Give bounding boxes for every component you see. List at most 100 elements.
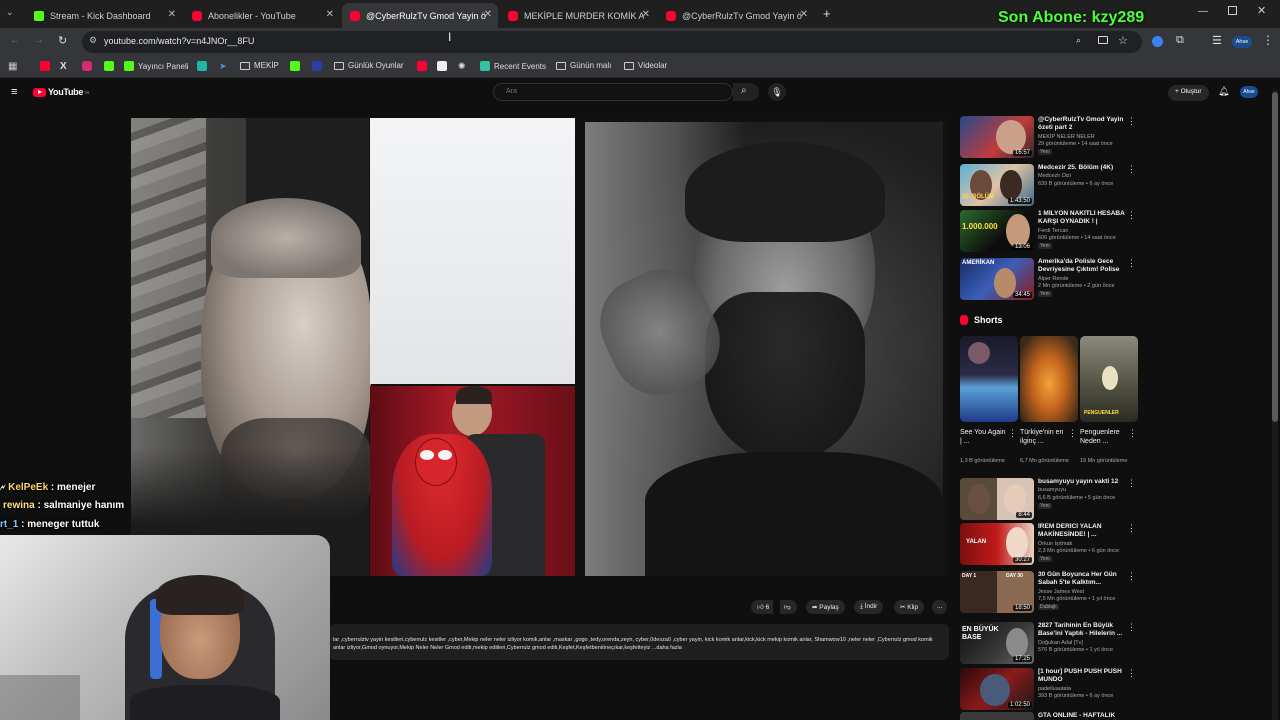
video-thumbnail[interactable]: YALAN 30:27 xyxy=(960,523,1034,565)
bookmark-yayinci-paneli[interactable]: Yayıncı Paneli xyxy=(124,61,189,71)
hamburger-menu-icon[interactable]: ≡ xyxy=(11,86,17,98)
browser-tab-kick-dashboard[interactable]: Stream - Kick Dashboard ✕ xyxy=(26,3,182,28)
bookmark-recent-events[interactable]: Recent Events xyxy=(480,61,546,71)
recommended-video[interactable]: YALAN 30:27 İREM DERİCİ YALAN MAKİNESİND… xyxy=(960,523,1140,567)
close-tab-icon[interactable]: ✕ xyxy=(168,9,176,20)
more-options-icon[interactable]: ⋮ xyxy=(1128,428,1137,439)
reading-list-icon[interactable]: ☰ xyxy=(1212,34,1222,47)
more-options-icon[interactable]: ⋮ xyxy=(1127,478,1136,489)
recommended-video[interactable]: DAY 1 DAY 30 18:50 30 Gün Boyunca Her Gü… xyxy=(960,571,1140,615)
bookmark-star-icon[interactable]: ☆ xyxy=(1118,34,1128,47)
bookmark-chatgpt[interactable]: ✺ xyxy=(458,61,466,72)
more-options-icon[interactable]: ⋮ xyxy=(1127,571,1136,582)
video-title[interactable]: 1 MİLYON NAKİTLİ HESABA KARŞI OYNADIK ! … xyxy=(1038,210,1130,226)
more-options-icon[interactable]: ⋮ xyxy=(1127,164,1136,175)
short-title[interactable]: Türkiye'nin en ilginç ... xyxy=(1020,428,1066,446)
bookmark-app[interactable] xyxy=(197,61,211,71)
video-title[interactable]: 2827 Tarihinin En Büyük Base'ini Yaptık … xyxy=(1038,622,1130,638)
search-button[interactable]: ⌕ xyxy=(733,83,759,101)
short-title[interactable]: See You Again | ... xyxy=(960,428,1006,446)
video-thumbnail[interactable]: AMERİKAN 34:45 xyxy=(960,258,1034,300)
bookmark-youtube[interactable] xyxy=(40,61,54,71)
more-options-icon[interactable]: ⋮ xyxy=(1127,116,1136,127)
close-tab-icon[interactable]: ✕ xyxy=(800,9,808,20)
back-button[interactable]: ← xyxy=(10,35,20,46)
address-bar[interactable]: ⚙ youtube.com/watch?v=n4JNOr__8FU ⌕ ☆ xyxy=(82,31,1142,53)
video-thumbnail[interactable]: 25. BÖLÜM 1:43:50 xyxy=(960,164,1034,206)
channel-name[interactable]: Ferdi Tercan xyxy=(1038,228,1068,234)
video-thumbnail[interactable]: 1.000.000 13:06 xyxy=(960,210,1034,252)
more-options-icon[interactable]: ⋮ xyxy=(1127,668,1136,679)
close-tab-icon[interactable]: ✕ xyxy=(326,9,334,20)
bookmark-blue[interactable] xyxy=(312,61,326,71)
site-info-icon[interactable]: ⚙ xyxy=(89,35,97,46)
bookmark-instagram[interactable] xyxy=(82,61,96,71)
bookmark-image[interactable] xyxy=(437,61,451,71)
tab-search-button[interactable]: ⌄ xyxy=(6,7,20,21)
channel-name[interactable]: MEKİP NELER NELER xyxy=(1038,134,1095,140)
recommended-video[interactable]: 8:44 busamyuyu yayın vakti 12 busamyuyu … xyxy=(960,478,1140,522)
bookmark-youtube-2[interactable] xyxy=(417,61,431,71)
bookmark-gunun-mali[interactable]: Günün malı xyxy=(556,61,611,70)
more-options-icon[interactable]: ⋮ xyxy=(1068,428,1077,439)
close-window-button[interactable]: ✕ xyxy=(1257,4,1266,17)
channel-name[interactable]: Medcezir Dizi xyxy=(1038,173,1071,179)
profile-avatar[interactable]: Ahse xyxy=(1232,36,1252,48)
short-thumbnail[interactable]: PENGUENLER xyxy=(1080,336,1138,422)
recommended-video-partial[interactable]: GTA ONLINE - HAFTALIK xyxy=(960,712,1140,720)
channel-name[interactable]: padelluautata xyxy=(1038,686,1071,692)
url-text[interactable]: youtube.com/watch?v=n4JNOr__8FU xyxy=(104,36,254,46)
video-title[interactable]: 30 Gün Boyunca Her Gün Sabah 5'te Kalktı… xyxy=(1038,571,1130,587)
more-options-icon[interactable]: ⋮ xyxy=(1127,258,1136,269)
browser-tab-mekiple-murder[interactable]: MEKİPLE MURDER KOMİK ANL ✕ xyxy=(500,3,656,28)
short-thumbnail[interactable] xyxy=(1020,336,1078,422)
video-player[interactable] xyxy=(131,118,949,576)
channel-name[interactable]: Alper Rende xyxy=(1038,276,1069,282)
channel-name[interactable]: Orkun Işıtmak xyxy=(1038,541,1072,547)
forward-button[interactable]: → xyxy=(34,35,44,46)
like-button[interactable]: 👍︎ 6 xyxy=(751,600,774,614)
new-tab-button[interactable]: + xyxy=(823,6,831,21)
search-input[interactable]: Ara xyxy=(493,83,733,101)
bookmark-videolar[interactable]: Videolar xyxy=(624,61,667,70)
video-title[interactable]: Medcezir 25. Bölüm (4K) xyxy=(1038,164,1130,172)
recommended-video[interactable]: 25. BÖLÜM 1:43:50 Medcezir 25. Bölüm (4K… xyxy=(960,164,1140,208)
short-thumbnail[interactable] xyxy=(960,336,1018,422)
channel-name[interactable]: busamyuyu xyxy=(1038,487,1066,493)
minimize-window-button[interactable]: — xyxy=(1198,6,1208,17)
youtube-avatar[interactable]: Ahse xyxy=(1240,86,1258,98)
page-scrollbar[interactable] xyxy=(1272,90,1278,720)
browser-tab-cyberrulz-2[interactable]: @CyberRulzTv Gmod Yayin öze ✕ xyxy=(658,3,814,28)
notifications-bell-icon[interactable]: 🔔︎ xyxy=(1218,86,1229,97)
video-thumbnail[interactable] xyxy=(960,712,1034,720)
video-title[interactable]: GTA ONLINE - HAFTALIK xyxy=(1038,712,1115,719)
bookmark-gunluk-oyunlar[interactable]: Günlük Oyunlar xyxy=(334,61,404,70)
recommended-video[interactable]: EN BÜYÜK BASE 17:25 2827 Tarihinin En Bü… xyxy=(960,622,1140,666)
video-thumbnail[interactable]: 16:57 xyxy=(960,116,1034,158)
video-title[interactable]: @CyberRulzTv Gmod Yayin özeti part 2 xyxy=(1038,116,1130,132)
bookmark-x[interactable]: X xyxy=(60,61,67,72)
video-thumbnail[interactable]: 8:44 xyxy=(960,478,1034,520)
scrollbar-thumb[interactable] xyxy=(1272,92,1278,422)
recommended-video[interactable]: 16:57 @CyberRulzTv Gmod Yayin özeti part… xyxy=(960,116,1140,160)
bookmark-arrow[interactable]: ➤ xyxy=(219,61,227,72)
reload-button[interactable]: ↻ xyxy=(58,34,67,47)
video-title[interactable]: Amerika'da Polisle Gece Devriyesine Çıkt… xyxy=(1038,258,1130,274)
close-tab-icon[interactable]: ✕ xyxy=(484,9,492,20)
short-title[interactable]: Penguenlere Neden ... xyxy=(1080,428,1126,446)
dislike-button[interactable]: 👎︎ xyxy=(780,600,797,614)
bookmark-mekip[interactable]: MEKİP xyxy=(240,61,279,70)
video-title[interactable]: busamyuyu yayın vakti 12 xyxy=(1038,478,1130,486)
more-options-icon[interactable]: ⋮ xyxy=(1127,523,1136,534)
recommended-video[interactable]: AMERİKAN 34:45 Amerika'da Polisle Gece D… xyxy=(960,258,1140,302)
create-button[interactable]: + Oluştur xyxy=(1168,85,1209,101)
voice-search-icon[interactable]: 🎙 xyxy=(768,83,786,101)
apps-grid-icon[interactable]: ▦ xyxy=(8,61,17,72)
more-options-icon[interactable]: ⋮ xyxy=(1127,210,1136,221)
video-title[interactable]: İREM DERİCİ YALAN MAKİNESİNDE! | ... xyxy=(1038,523,1130,539)
video-title[interactable]: [1 hour] PUSH PUSH PUSH MUNDO xyxy=(1038,668,1130,684)
clip-button[interactable]: ✂ Klip xyxy=(894,600,925,614)
install-app-icon[interactable] xyxy=(1098,36,1108,44)
channel-name[interactable]: Jesse James West xyxy=(1038,589,1084,595)
zoom-icon[interactable]: ⌕ xyxy=(1076,35,1081,46)
